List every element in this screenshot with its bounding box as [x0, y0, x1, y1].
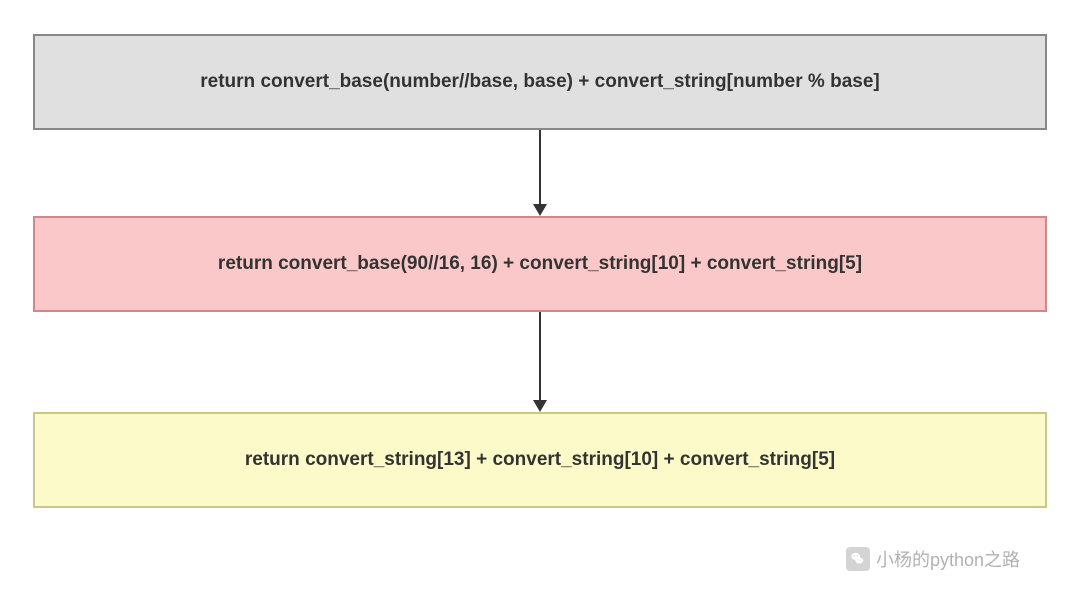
step-box-1: return convert_base(number//base, base) … [33, 34, 1047, 130]
step-text-1: return convert_base(number//base, base) … [200, 71, 879, 93]
step-box-3: return convert_string[13] + convert_stri… [33, 412, 1047, 508]
watermark-text: 小杨的python之路 [876, 546, 1020, 572]
flowchart-diagram: return convert_base(number//base, base) … [0, 0, 1080, 592]
arrow-1 [539, 130, 541, 208]
step-box-2: return convert_base(90//16, 16) + conver… [33, 216, 1047, 312]
step-text-2: return convert_base(90//16, 16) + conver… [218, 253, 862, 275]
arrow-2 [539, 312, 541, 404]
step-text-3: return convert_string[13] + convert_stri… [245, 449, 835, 471]
wechat-icon [846, 547, 870, 571]
arrowhead-2 [533, 400, 547, 412]
arrowhead-1 [533, 204, 547, 216]
watermark: 小杨的python之路 [846, 546, 1020, 572]
